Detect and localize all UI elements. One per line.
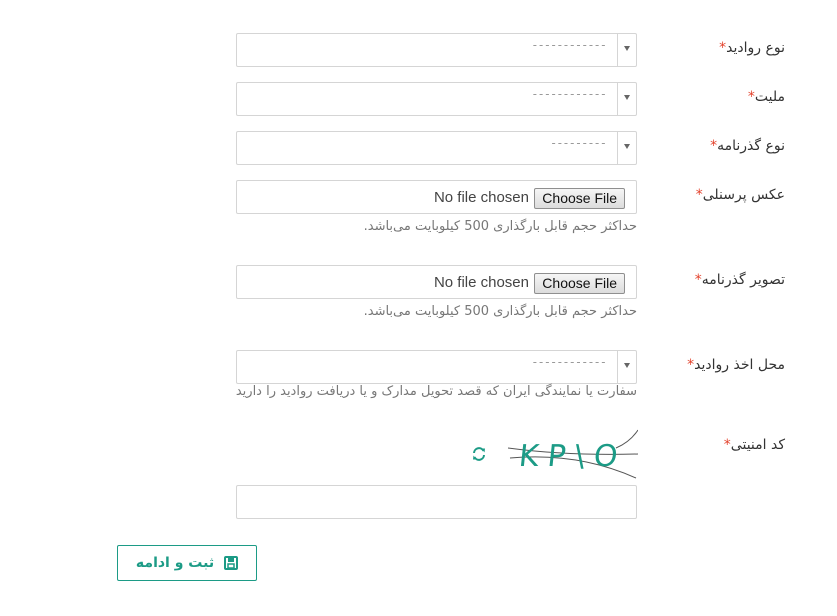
personal-photo-label: عکس پرسنلی* <box>645 187 785 203</box>
visa-location-select[interactable]: ------------ <box>236 350 637 384</box>
personal-photo-label-text: عکس پرسنلی <box>702 187 785 203</box>
passport-image-file-status: No file chosen <box>433 274 529 291</box>
visa-type-label-text: نوع روادید <box>726 40 785 56</box>
passport-image-choose-file-button[interactable]: Choose File <box>534 273 625 294</box>
passport-type-label-text: نوع گذرنامه <box>717 138 785 154</box>
passport-type-placeholder: --------- <box>549 136 607 150</box>
personal-photo-hint: حداکثر حجم قابل بارگذاری 500 کیلوبایت می… <box>363 219 637 234</box>
passport-image-hint: حداکثر حجم قابل بارگذاری 500 کیلوبایت می… <box>363 304 637 319</box>
passport-image-file-input[interactable]: Choose File No file chosen <box>236 265 637 299</box>
visa-type-placeholder: ------------ <box>531 38 607 52</box>
personal-photo-choose-file-button[interactable]: Choose File <box>534 188 625 209</box>
visa-location-hint: سفارت یا نمایندگی ایران که قصد تحویل مدا… <box>235 384 637 399</box>
caret-down-icon <box>624 363 630 368</box>
required-mark: * <box>723 437 731 453</box>
security-code-label: کد امنیتی* <box>645 437 785 453</box>
submit-continue-button[interactable]: ثبت و ادامه <box>117 545 257 581</box>
visa-location-dropdown-toggle[interactable] <box>617 351 636 383</box>
visa-location-placeholder: ------------ <box>531 355 607 369</box>
nationality-placeholder: ------------ <box>531 87 607 101</box>
captcha-image: KP\O <box>508 429 638 479</box>
required-mark: * <box>694 272 702 288</box>
passport-image-label-text: تصویر گذرنامه <box>701 272 785 288</box>
captcha-text: KP\O <box>517 439 628 474</box>
required-mark: * <box>695 187 703 203</box>
personal-photo-file-input[interactable]: Choose File No file chosen <box>236 180 637 214</box>
caret-down-icon <box>624 46 630 51</box>
visa-location-label: محل اخذ روادید* <box>645 357 785 373</box>
required-mark: * <box>747 89 755 105</box>
nationality-select[interactable]: ------------ <box>236 82 637 116</box>
visa-type-label: نوع روادید* <box>645 40 785 56</box>
visa-location-label-text: محل اخذ روادید <box>694 357 785 373</box>
caret-down-icon <box>624 144 630 149</box>
caret-down-icon <box>624 95 630 100</box>
visa-type-dropdown-toggle[interactable] <box>617 34 636 66</box>
passport-type-label: نوع گذرنامه* <box>645 138 785 154</box>
save-icon <box>224 556 239 570</box>
security-code-label-text: کد امنیتی <box>730 437 785 453</box>
personal-photo-file-status: No file chosen <box>433 189 529 206</box>
passport-type-select[interactable]: --------- <box>236 131 637 165</box>
nationality-label-text: ملیت <box>754 89 785 105</box>
refresh-icon[interactable] <box>471 446 487 462</box>
submit-label: ثبت و ادامه <box>135 555 215 571</box>
passport-image-label: تصویر گذرنامه* <box>645 272 785 288</box>
passport-type-dropdown-toggle[interactable] <box>617 132 636 164</box>
nationality-dropdown-toggle[interactable] <box>617 83 636 115</box>
visa-type-select[interactable]: ------------ <box>236 33 637 67</box>
security-code-input[interactable] <box>236 485 637 519</box>
nationality-label: ملیت* <box>645 89 785 105</box>
